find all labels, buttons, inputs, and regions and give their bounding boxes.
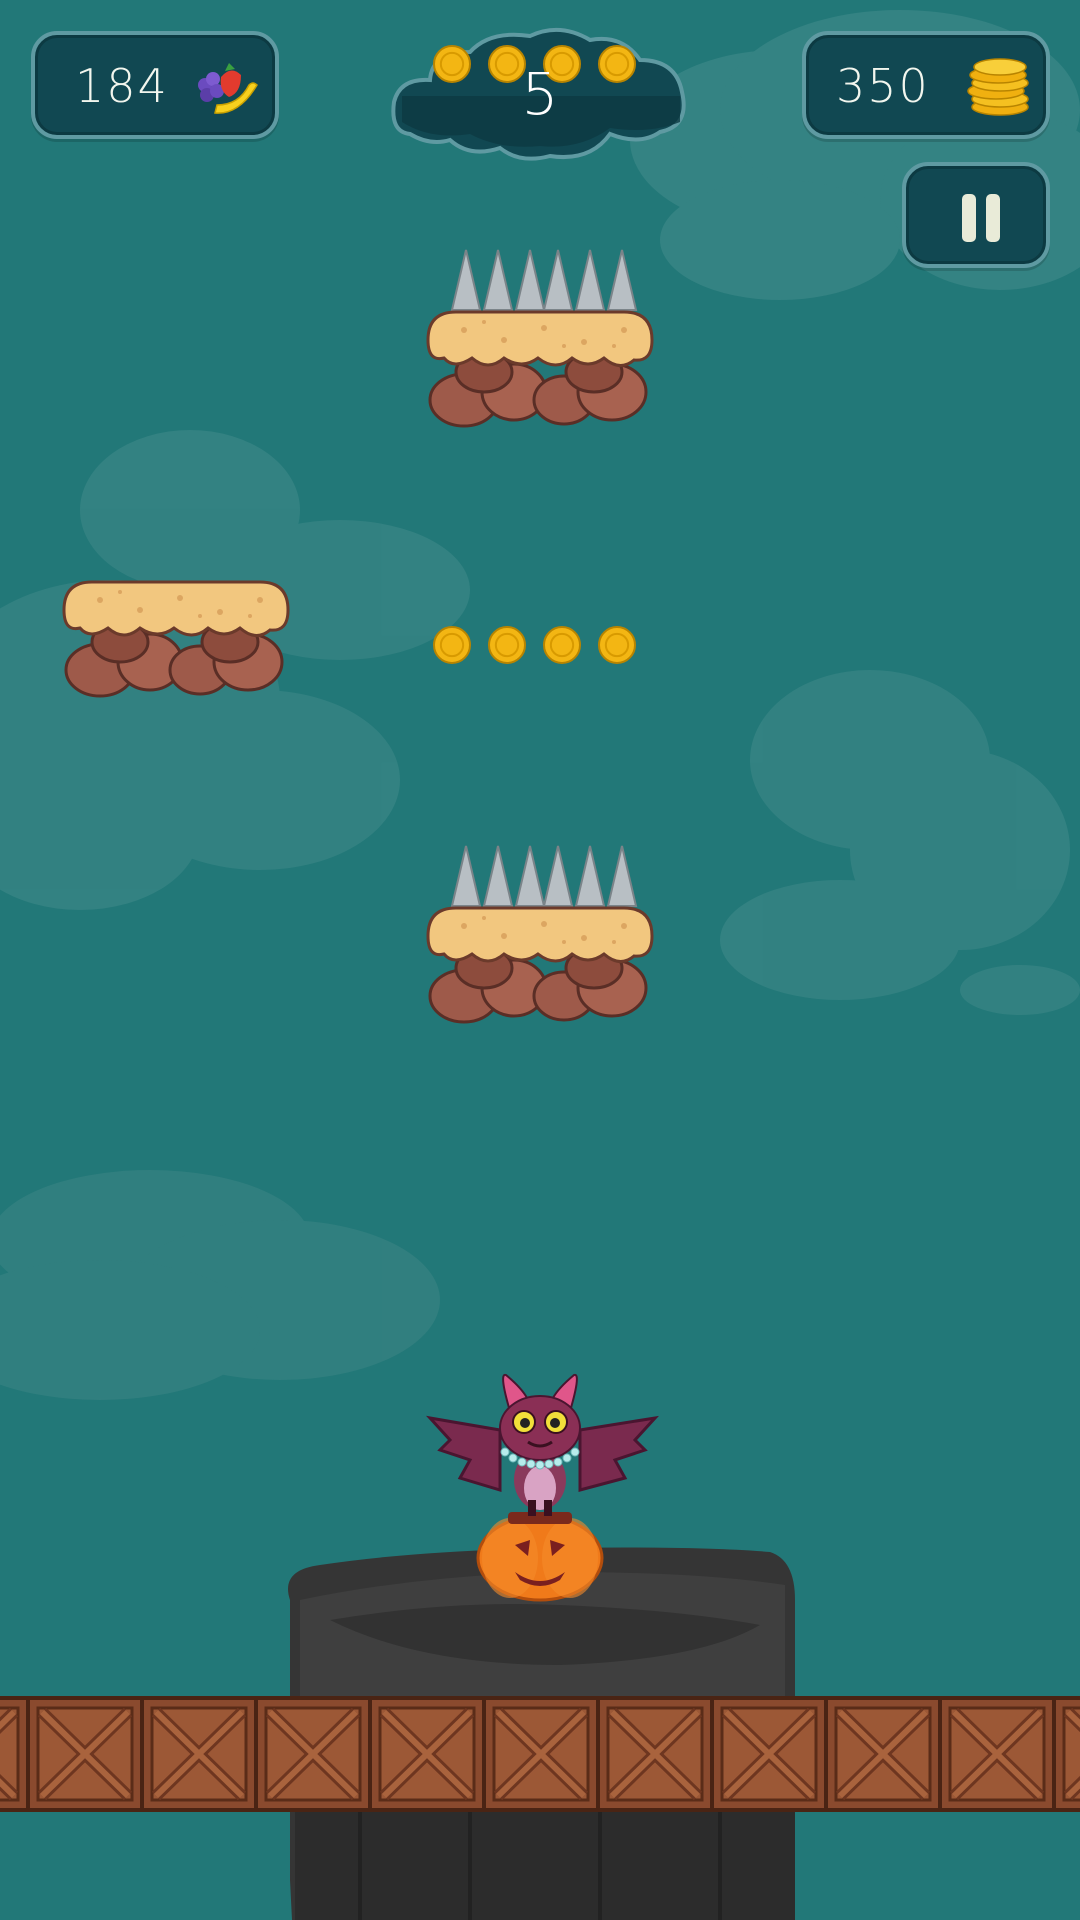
level-indicator: 5	[390, 22, 690, 162]
bat-character	[425, 1373, 659, 1516]
pumpkin-icon	[476, 1512, 604, 1602]
pause-icon	[906, 166, 1046, 264]
coin-counter: 350	[802, 31, 1050, 139]
coin-count: 350	[836, 59, 930, 113]
fruit-counter: 184	[31, 31, 279, 139]
pause-button[interactable]	[902, 162, 1050, 268]
player-bat	[425, 1373, 659, 1602]
fruit-bundle-icon	[198, 63, 258, 114]
level-number: 5	[521, 60, 559, 128]
fruit-count: 184	[75, 59, 169, 113]
coin-stack-icon	[967, 58, 1029, 116]
